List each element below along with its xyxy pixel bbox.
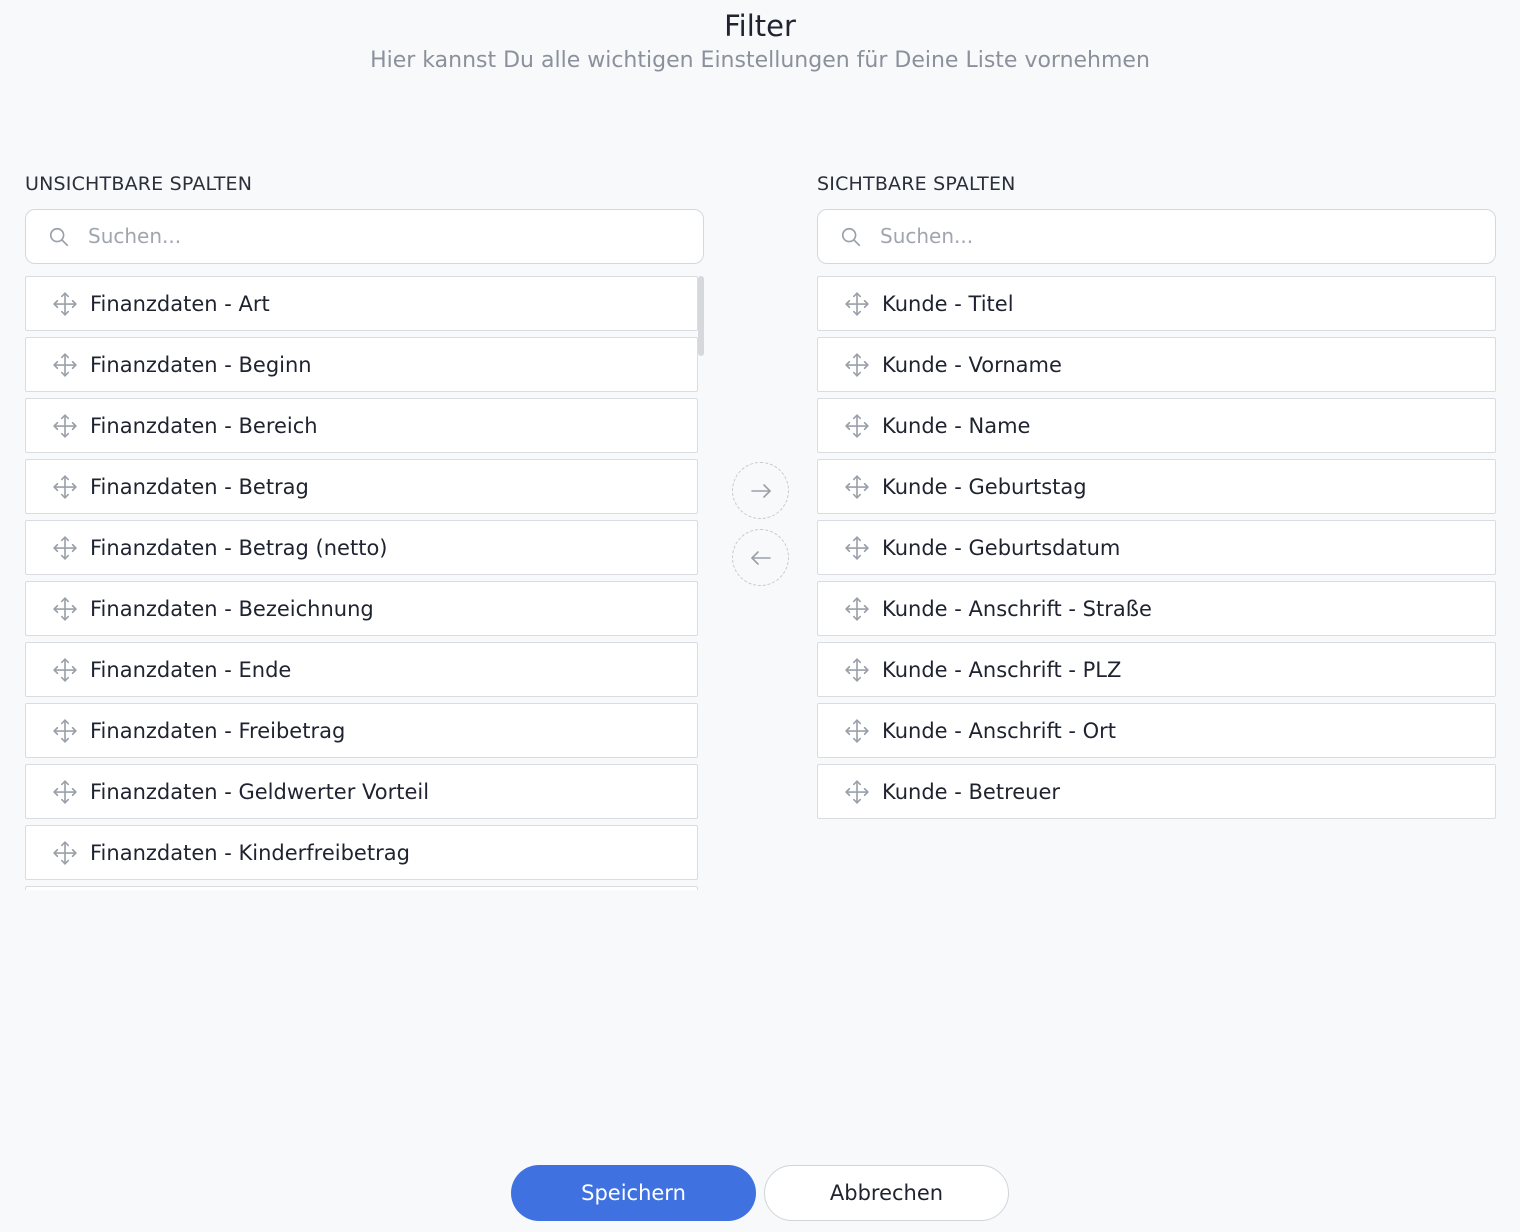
hidden-column-list-item-label: Finanzdaten - Bezeichnung <box>90 596 374 621</box>
hidden-column-list-item[interactable]: Finanzdaten - Beginn <box>25 337 698 392</box>
visible-column-list-item[interactable]: Kunde - Titel <box>817 276 1496 331</box>
drag-handle-icon[interactable] <box>52 779 78 805</box>
arrow-right-icon <box>750 483 771 498</box>
visible-column-list-item-label: Kunde - Vorname <box>882 352 1062 377</box>
visible-column-list-item[interactable]: Kunde - Vorname <box>817 337 1496 392</box>
visible-column-list-item-label: Kunde - Geburtsdatum <box>882 535 1121 560</box>
drag-handle-icon[interactable] <box>844 535 870 561</box>
visible-column-list-item-label: Kunde - Titel <box>882 291 1014 316</box>
visible-column-list-item[interactable]: Kunde - Name <box>817 398 1496 453</box>
visible-column-list-item-label: Kunde - Betreuer <box>882 779 1061 804</box>
visible-column-list-item[interactable]: Kunde - Geburtsdatum <box>817 520 1496 575</box>
drag-handle-icon[interactable] <box>844 413 870 439</box>
cancel-button[interactable]: Abbrechen <box>764 1165 1009 1221</box>
visible-column-list-item[interactable]: Kunde - Anschrift - Straße <box>817 581 1496 636</box>
visible-columns-list-container[interactable]: Kunde - Titel Kunde - Vorname Kunde - Name… <box>817 276 1497 890</box>
visible-column-list-item-label: Kunde - Geburtstag <box>882 474 1087 499</box>
visible-column-list-item-label: Kunde - Anschrift - PLZ <box>882 657 1122 682</box>
hidden-columns-panel: UNSICHTBARE SPALTEN Finanzdaten - ArtFin… <box>25 170 705 890</box>
hidden-column-list-item[interactable]: Finanzdaten - Bezeichnung <box>25 581 698 636</box>
page-title: Filter <box>724 9 796 43</box>
drag-handle-icon[interactable] <box>52 352 78 378</box>
hidden-column-list-item-label: Finanzdaten - Betrag <box>90 474 309 499</box>
drag-handle-icon[interactable] <box>844 291 870 317</box>
hidden-columns-list: Finanzdaten - Art Finanzdaten - Beginn Fin… <box>25 276 705 890</box>
drag-handle-icon[interactable] <box>52 291 78 317</box>
visible-column-list-item[interactable]: Kunde - Betreuer <box>817 764 1496 819</box>
dialog-header: Filter Hier kannst Du alle wichtigen Ein… <box>0 6 1520 76</box>
search-icon <box>49 227 69 247</box>
drag-handle-icon[interactable] <box>52 657 78 683</box>
drag-handle-icon[interactable] <box>844 474 870 500</box>
visible-column-list-item[interactable]: Kunde - Geburtstag <box>817 459 1496 514</box>
visible-column-list-item-label: Kunde - Name <box>882 413 1031 438</box>
scrollbar-thumb[interactable] <box>698 276 704 356</box>
hidden-columns-list-container[interactable]: Finanzdaten - Art Finanzdaten - Beginn Fin… <box>25 276 705 890</box>
filter-dialog: Filter Hier kannst Du alle wichtigen Ein… <box>0 0 1520 1232</box>
hidden-column-list-item-label: Finanzdaten - Freibetrag <box>90 718 346 743</box>
drag-handle-icon[interactable] <box>844 657 870 683</box>
drag-handle-icon[interactable] <box>52 596 78 622</box>
page-subtitle: Hier kannst Du alle wichtigen Einstellun… <box>370 48 1150 73</box>
drag-handle-icon[interactable] <box>52 474 78 500</box>
move-to-hidden-button[interactable] <box>732 529 789 586</box>
hidden-column-list-item[interactable]: Finanzdaten - Bereich <box>25 398 698 453</box>
hidden-column-list-item[interactable]: Finanzdaten - Geldwerter Vorteil <box>25 764 698 819</box>
visible-column-list-item[interactable]: Kunde - Anschrift - PLZ <box>817 642 1496 697</box>
search-icon <box>841 227 861 247</box>
visible-column-list-item-label: Kunde - Anschrift - Ort <box>882 718 1117 743</box>
drag-handle-icon[interactable] <box>52 413 78 439</box>
visible-column-list-item-label: Kunde - Anschrift - Straße <box>882 596 1152 621</box>
arrow-left-icon <box>750 550 771 565</box>
drag-handle-icon[interactable] <box>52 535 78 561</box>
visible-columns-panel: SICHTBARE SPALTEN Kunde - Titel Kunde - V… <box>817 170 1497 890</box>
hidden-column-list-item[interactable]: Finanzdaten - Betrag <box>25 459 698 514</box>
hidden-column-list-item[interactable]: Finanzdaten - Art <box>25 276 698 331</box>
visible-columns-search-input[interactable] <box>880 210 1480 262</box>
visible-column-list-item[interactable]: Kunde - Anschrift - Ort <box>817 703 1496 758</box>
drag-handle-icon[interactable] <box>844 352 870 378</box>
hidden-column-list-item-label: Finanzdaten - Betrag (netto) <box>90 535 388 560</box>
hidden-columns-heading: UNSICHTBARE SPALTEN <box>25 173 253 195</box>
hidden-column-list-item-label: Finanzdaten - Art <box>90 291 270 316</box>
visible-columns-heading: SICHTBARE SPALTEN <box>817 173 1016 195</box>
hidden-column-list-item[interactable]: Finanzdaten - Betrag (netto) <box>25 520 698 575</box>
drag-handle-icon[interactable] <box>844 718 870 744</box>
hidden-columns-search-input[interactable] <box>88 210 688 262</box>
move-to-visible-button[interactable] <box>732 462 789 519</box>
drag-handle-icon[interactable] <box>52 840 78 866</box>
hidden-column-list-item-label: Finanzdaten - Geldwerter Vorteil <box>90 779 430 804</box>
hidden-column-list-item-label: Finanzdaten - Ende <box>90 657 292 682</box>
hidden-column-list-item[interactable]: Finanzdaten - Freibetrag <box>25 703 698 758</box>
hidden-column-list-item-label: Finanzdaten - Bereich <box>90 413 318 438</box>
drag-handle-icon[interactable] <box>844 596 870 622</box>
visible-columns-list: Kunde - Titel Kunde - Vorname Kunde - Name… <box>817 276 1497 819</box>
hidden-column-list-item[interactable]: Finanzdaten - Kinderfreibetrag <box>25 825 698 880</box>
hidden-column-list-item-label: Finanzdaten - Kinderfreibetrag <box>90 840 410 865</box>
hidden-columns-search <box>25 209 704 264</box>
hidden-column-list-item[interactable]: Finanzdaten - Ende <box>25 642 698 697</box>
visible-columns-search <box>817 209 1496 264</box>
hidden-column-list-item-label: Finanzdaten - Beginn <box>90 352 312 377</box>
save-button[interactable]: Speichern <box>511 1165 756 1221</box>
drag-handle-icon[interactable] <box>52 718 78 744</box>
drag-handle-icon[interactable] <box>844 779 870 805</box>
hidden-column-list-item[interactable] <box>25 886 698 890</box>
